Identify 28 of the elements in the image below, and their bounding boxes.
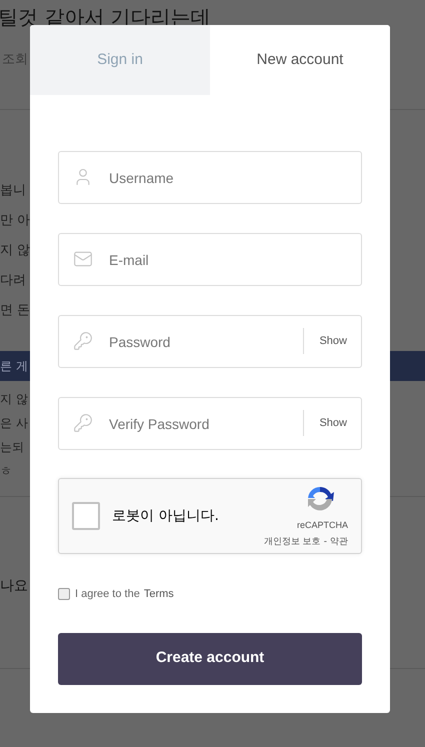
comment-text-line: 는되: [0, 439, 24, 456]
recaptcha-brand: reCAPTCHA: [296, 518, 348, 532]
privacy-link[interactable]: 개인정보 보호: [264, 536, 321, 550]
terms-link[interactable]: 약관: [330, 536, 348, 550]
comment-text-line: ㅎ: [0, 463, 12, 480]
comment-text-line: 지 않: [0, 391, 28, 408]
input-field[interactable]: Username: [58, 151, 362, 204]
article-text-line: 면 돈: [0, 302, 30, 320]
terms-link[interactable]: Terms: [144, 586, 174, 602]
envelope-icon: [73, 249, 93, 269]
article-text-line: 지 않: [0, 242, 30, 260]
show-password-toggle[interactable]: Show: [319, 332, 347, 350]
key-icon: [73, 331, 93, 351]
banner-text: 른 게: [0, 358, 28, 375]
article-text-line: 다려: [0, 272, 26, 290]
article-text-line: 만 아: [0, 212, 30, 230]
input-field[interactable]: E-mail: [58, 233, 362, 286]
comment-text-line: 은 사: [0, 415, 28, 432]
section-heading: 나요: [0, 576, 28, 596]
captcha-label: 로봇이 아닙니다.: [112, 506, 219, 526]
key-icon: [73, 413, 93, 433]
show-password-toggle[interactable]: Show: [319, 414, 347, 432]
article-text-line: 봅니: [0, 182, 26, 200]
captcha-checkbox[interactable]: [72, 502, 100, 530]
agree-text: I agree to the: [75, 587, 140, 602]
create-account-button[interactable]: Create account: [58, 632, 362, 684]
agree-checkbox[interactable]: [58, 588, 70, 600]
link-separator: -: [324, 536, 327, 549]
